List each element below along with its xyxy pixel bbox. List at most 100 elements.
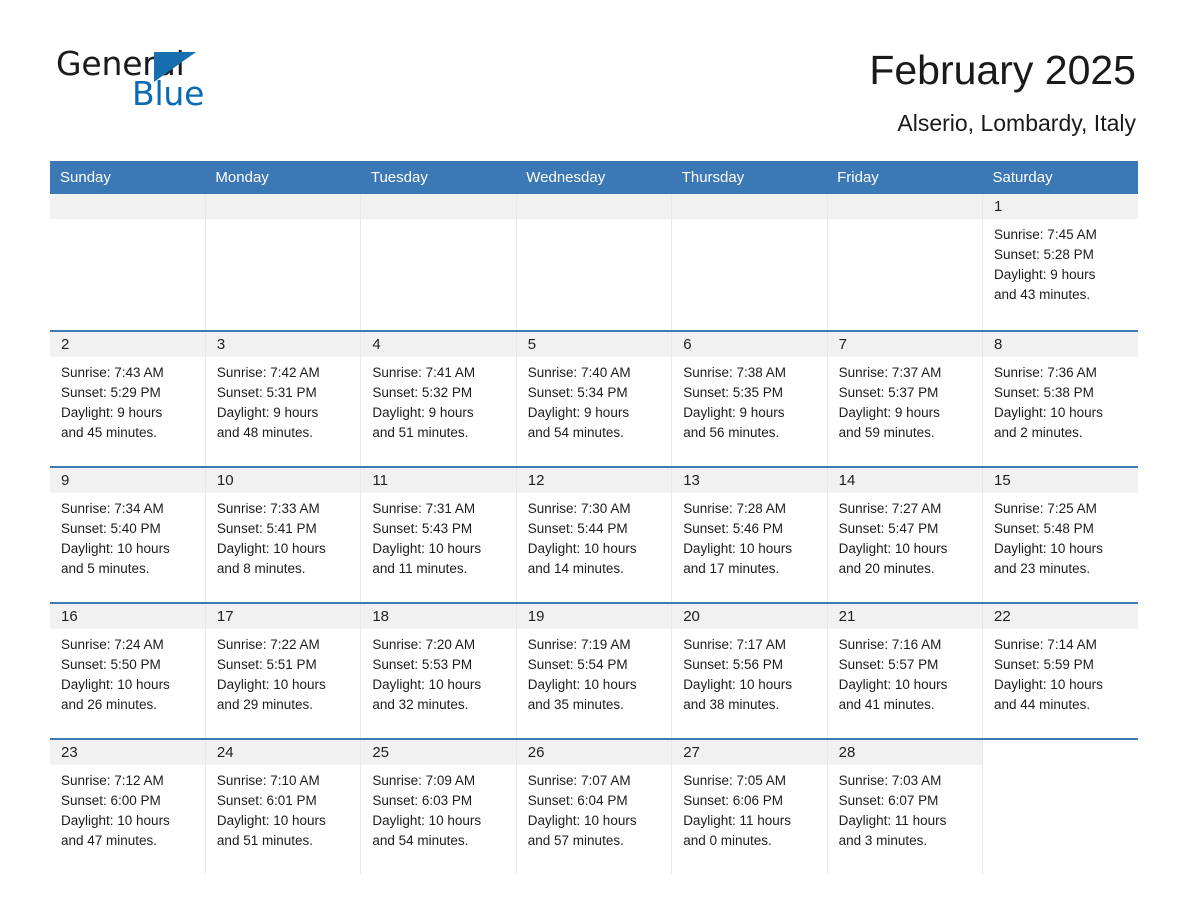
sunrise-text: Sunrise: 7:30 AM [527,501,631,516]
day-cell[interactable]: 4 Sunrise: 7:41 AM Sunset: 5:32 PM Daylight… [361,332,516,466]
page-header: General Blue February 2025 Alserio, Lomb… [0,0,1188,139]
daylight-text-line2: and 23 minutes. [994,561,1091,576]
day-cell[interactable]: 25 Sunrise: 7:09 AM Sunset: 6:03 PM Dayligh… [361,740,516,874]
calendar-page: General Blue February 2025 Alserio, Lomb… [0,0,1188,918]
day-cell[interactable]: 14 Sunrise: 7:27 AM Sunset: 5:47 PM Dayligh… [827,468,983,602]
calendar-week-row: 1 Sunrise: 7:45 AM Sunset: 5:28 PM Daylight… [50,194,1138,331]
day-cell[interactable]: 24 Sunrise: 7:10 AM Sunset: 6:01 PM Dayligh… [205,740,361,874]
day-cell[interactable]: 12 Sunrise: 7:30 AM Sunset: 5:44 PM Dayligh… [516,468,672,602]
sunrise-text: Sunrise: 7:07 AM [527,773,631,788]
day-sun-info: Sunrise: 7:05 AM Sunset: 6:06 PM Daylight:… [672,765,826,851]
day-cell-empty [361,194,516,330]
day-sun-info: Sunrise: 7:24 AM Sunset: 5:50 PM Daylight:… [50,629,205,715]
sunrise-text: Sunrise: 7:14 AM [994,637,1097,652]
daylight-text-line2: and 44 minutes. [994,697,1091,712]
calendar-cell: 16 Sunrise: 7:24 AM Sunset: 5:50 PM Dayligh… [50,602,206,739]
day-sun-info: Sunrise: 7:25 AM Sunset: 5:48 PM Daylight:… [983,493,1138,579]
calendar-cell [50,194,206,331]
daylight-text-line2: and 38 minutes. [683,697,780,712]
daylight-text-line2: and 17 minutes. [683,561,780,576]
day-cell[interactable]: 9 Sunrise: 7:34 AM Sunset: 5:40 PM Daylight… [50,468,205,602]
sunrise-text: Sunrise: 7:43 AM [61,365,164,380]
day-number: 19 [516,604,672,629]
day-cell[interactable]: 6 Sunrise: 7:38 AM Sunset: 5:35 PM Daylight… [672,332,827,466]
sunset-text: Sunset: 5:35 PM [683,385,783,400]
day-number: 20 [672,604,827,629]
daylight-text-line2: and 51 minutes. [216,833,313,848]
page-title: February 2025 [869,47,1136,93]
day-number: 13 [672,468,827,493]
sunset-text: Sunset: 5:46 PM [683,521,783,536]
daylight-text-line1: Daylight: 11 hours [838,813,947,828]
day-number: 9 [50,468,205,493]
calendar-cell: 19 Sunrise: 7:19 AM Sunset: 5:54 PM Dayligh… [516,602,673,739]
daylight-text-line2: and 48 minutes. [216,425,313,440]
day-sun-info: Sunrise: 7:28 AM Sunset: 5:46 PM Daylight:… [672,493,826,579]
calendar-cell: 5 Sunrise: 7:40 AM Sunset: 5:34 PM Daylight… [516,330,673,467]
day-sun-info: Sunrise: 7:40 AM Sunset: 5:34 PM Daylight:… [517,357,671,443]
day-cell[interactable]: 19 Sunrise: 7:19 AM Sunset: 5:54 PM Dayligh… [516,604,672,738]
day-cell-empty [983,740,1138,874]
calendar-cell [827,194,984,331]
day-cell[interactable]: 5 Sunrise: 7:40 AM Sunset: 5:34 PM Daylight… [516,332,672,466]
daylight-text-line1: Daylight: 9 hours [838,405,940,420]
day-cell[interactable]: 7 Sunrise: 7:37 AM Sunset: 5:37 PM Daylight… [827,332,983,466]
daylight-text-line2: and 20 minutes. [838,561,935,576]
day-sun-info: Sunrise: 7:36 AM Sunset: 5:38 PM Daylight:… [983,357,1138,443]
daylight-text-line2: and 14 minutes. [527,561,624,576]
day-number: 4 [361,332,516,357]
daylight-text-line1: Daylight: 10 hours [372,677,482,692]
day-sun-info: Sunrise: 7:09 AM Sunset: 6:03 PM Daylight:… [361,765,515,851]
calendar-wrapper: Sunday Monday Tuesday Wednesday Thursday… [0,161,1188,874]
day-cell[interactable]: 8 Sunrise: 7:36 AM Sunset: 5:38 PM Daylight… [983,332,1138,466]
day-number [516,194,672,219]
sunrise-text: Sunrise: 7:42 AM [216,365,320,380]
daylight-text-line1: Daylight: 10 hours [216,813,326,828]
daylight-text-line2: and 11 minutes. [372,561,468,576]
day-cell[interactable]: 20 Sunrise: 7:17 AM Sunset: 5:56 PM Dayligh… [672,604,827,738]
calendar-cell: 6 Sunrise: 7:38 AM Sunset: 5:35 PM Daylight… [671,330,828,467]
day-cell[interactable]: 10 Sunrise: 7:33 AM Sunset: 5:41 PM Dayligh… [205,468,361,602]
day-cell-empty [50,194,205,330]
calendar-cell: 27 Sunrise: 7:05 AM Sunset: 6:06 PM Dayligh… [671,738,828,874]
daylight-text-line1: Daylight: 9 hours [216,405,319,420]
general-blue-logo: General Blue [56,44,236,114]
day-cell[interactable]: 18 Sunrise: 7:20 AM Sunset: 5:53 PM Dayligh… [361,604,516,738]
day-cell[interactable]: 16 Sunrise: 7:24 AM Sunset: 5:50 PM Dayligh… [50,604,205,738]
daylight-text-line2: and 57 minutes. [527,833,624,848]
day-cell[interactable]: 11 Sunrise: 7:31 AM Sunset: 5:43 PM Dayligh… [361,468,516,602]
day-sun-info: Sunrise: 7:20 AM Sunset: 5:53 PM Daylight:… [361,629,515,715]
sunset-text: Sunset: 5:34 PM [527,385,628,400]
day-cell[interactable]: 13 Sunrise: 7:28 AM Sunset: 5:46 PM Dayligh… [672,468,827,602]
day-cell[interactable]: 1 Sunrise: 7:45 AM Sunset: 5:28 PM Daylight… [983,194,1138,330]
day-cell[interactable]: 2 Sunrise: 7:43 AM Sunset: 5:29 PM Daylight… [50,332,205,466]
day-cell[interactable]: 15 Sunrise: 7:25 AM Sunset: 5:48 PM Dayligh… [983,468,1138,602]
calendar-cell [205,194,362,331]
calendar-cell: 25 Sunrise: 7:09 AM Sunset: 6:03 PM Dayligh… [360,738,517,874]
day-cell[interactable]: 21 Sunrise: 7:16 AM Sunset: 5:57 PM Dayligh… [827,604,983,738]
daylight-text-line2: and 41 minutes. [838,697,935,712]
day-number: 17 [205,604,361,629]
calendar-week-row: 23 Sunrise: 7:12 AM Sunset: 6:00 PM Dayligh… [50,738,1138,874]
day-sun-info: Sunrise: 7:38 AM Sunset: 5:35 PM Daylight:… [672,357,826,443]
daylight-text-line1: Daylight: 10 hours [683,541,792,556]
day-sun-info: Sunrise: 7:14 AM Sunset: 5:59 PM Daylight:… [983,629,1138,715]
day-cell[interactable]: 27 Sunrise: 7:05 AM Sunset: 6:06 PM Dayligh… [672,740,827,874]
daylight-text-line2: and 32 minutes. [372,697,469,712]
daylight-text-line1: Daylight: 10 hours [61,677,170,692]
sunrise-text: Sunrise: 7:19 AM [527,637,631,652]
day-number: 8 [983,332,1138,357]
sunset-text: Sunset: 5:44 PM [527,521,628,536]
day-cell[interactable]: 17 Sunrise: 7:22 AM Sunset: 5:51 PM Dayligh… [205,604,361,738]
day-cell[interactable]: 23 Sunrise: 7:12 AM Sunset: 6:00 PM Dayligh… [50,740,205,874]
sunset-text: Sunset: 5:29 PM [61,385,161,400]
daylight-text-line2: and 54 minutes. [527,425,624,440]
day-cell[interactable]: 3 Sunrise: 7:42 AM Sunset: 5:31 PM Daylight… [205,332,361,466]
calendar-cell: 21 Sunrise: 7:16 AM Sunset: 5:57 PM Dayligh… [827,602,984,739]
day-cell[interactable]: 28 Sunrise: 7:03 AM Sunset: 6:07 PM Dayligh… [827,740,983,874]
calendar-body: 1 Sunrise: 7:45 AM Sunset: 5:28 PM Daylight… [50,194,1138,874]
day-cell[interactable]: 22 Sunrise: 7:14 AM Sunset: 5:59 PM Dayligh… [983,604,1138,738]
daylight-text-line2: and 56 minutes. [683,425,780,440]
day-cell[interactable]: 26 Sunrise: 7:07 AM Sunset: 6:04 PM Dayligh… [516,740,672,874]
calendar-week-row: 2 Sunrise: 7:43 AM Sunset: 5:29 PM Daylight… [50,330,1138,467]
